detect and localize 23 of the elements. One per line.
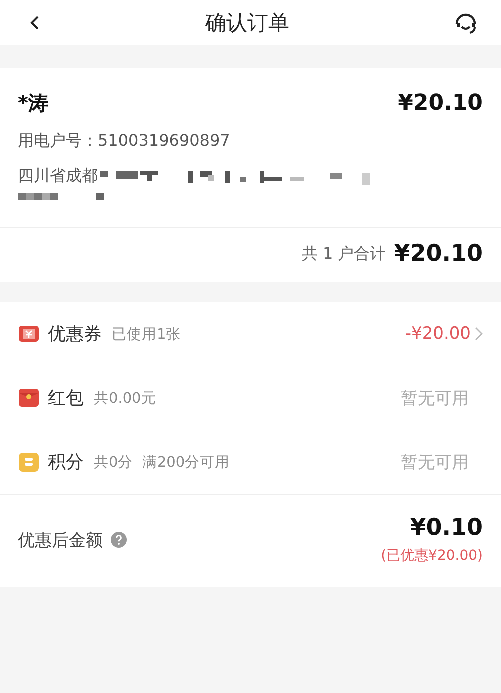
discount-detail: 共0.00元 xyxy=(94,390,156,408)
discount-detail: 共0分 满200分可用 xyxy=(94,454,230,472)
total-label: 共 1 户合计 xyxy=(302,244,386,264)
final-amount: ¥0.10 xyxy=(409,515,483,541)
account-number: 用电户号：5100319690897 xyxy=(18,131,230,152)
address-text: 四川省成都 xyxy=(18,166,98,187)
coin-icon xyxy=(18,451,40,473)
coupon-icon xyxy=(18,323,40,345)
summary-label: 优惠后金额 xyxy=(18,530,103,552)
saved-amount: (已优惠¥20.00) xyxy=(381,547,483,565)
unavailable-text: 暂无可用 xyxy=(401,452,469,474)
discount-label: 优惠券 xyxy=(48,323,102,346)
order-amount: ¥20.10 xyxy=(398,91,483,116)
discount-value[interactable]: -¥20.00 xyxy=(405,324,471,344)
discount-label: 积分 xyxy=(48,451,84,474)
unavailable-text: 暂无可用 xyxy=(401,388,469,410)
customer-name: *涛 xyxy=(18,90,48,117)
page-title: 确认订单 xyxy=(206,10,290,36)
discount-label: 红包 xyxy=(48,387,84,410)
help-icon[interactable] xyxy=(111,532,127,548)
total-amount: ¥20.10 xyxy=(394,241,483,267)
envelope-icon xyxy=(18,387,40,409)
discount-detail: 已使用1张 xyxy=(112,326,182,344)
